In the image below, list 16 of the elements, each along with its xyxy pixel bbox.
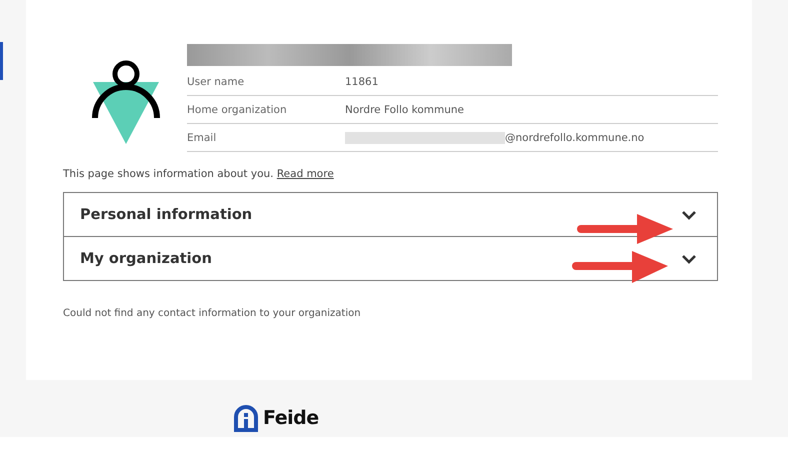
side-tab-marker [0,42,3,80]
accordion-header[interactable]: Personal information [64,193,717,236]
logo-text: Feide [263,407,319,429]
user-avatar-icon [89,60,163,146]
field-value: @nordrefollo.kommune.no [505,132,644,144]
field-value: Nordre Follo kommune [345,104,464,116]
field-label: User name [187,76,246,88]
notice-text: Could not find any contact information to your organization [63,308,362,319]
field-label: Email [187,132,218,144]
field-label: Home organization [187,104,288,116]
read-more-link[interactable]: Read more [276,168,334,180]
logo-icon [233,404,259,432]
field-value: 11861 [345,76,378,88]
chevron-icon [681,210,697,220]
intro-text: This page shows information about you. Read more [63,168,335,180]
chevron-icon [681,254,697,264]
